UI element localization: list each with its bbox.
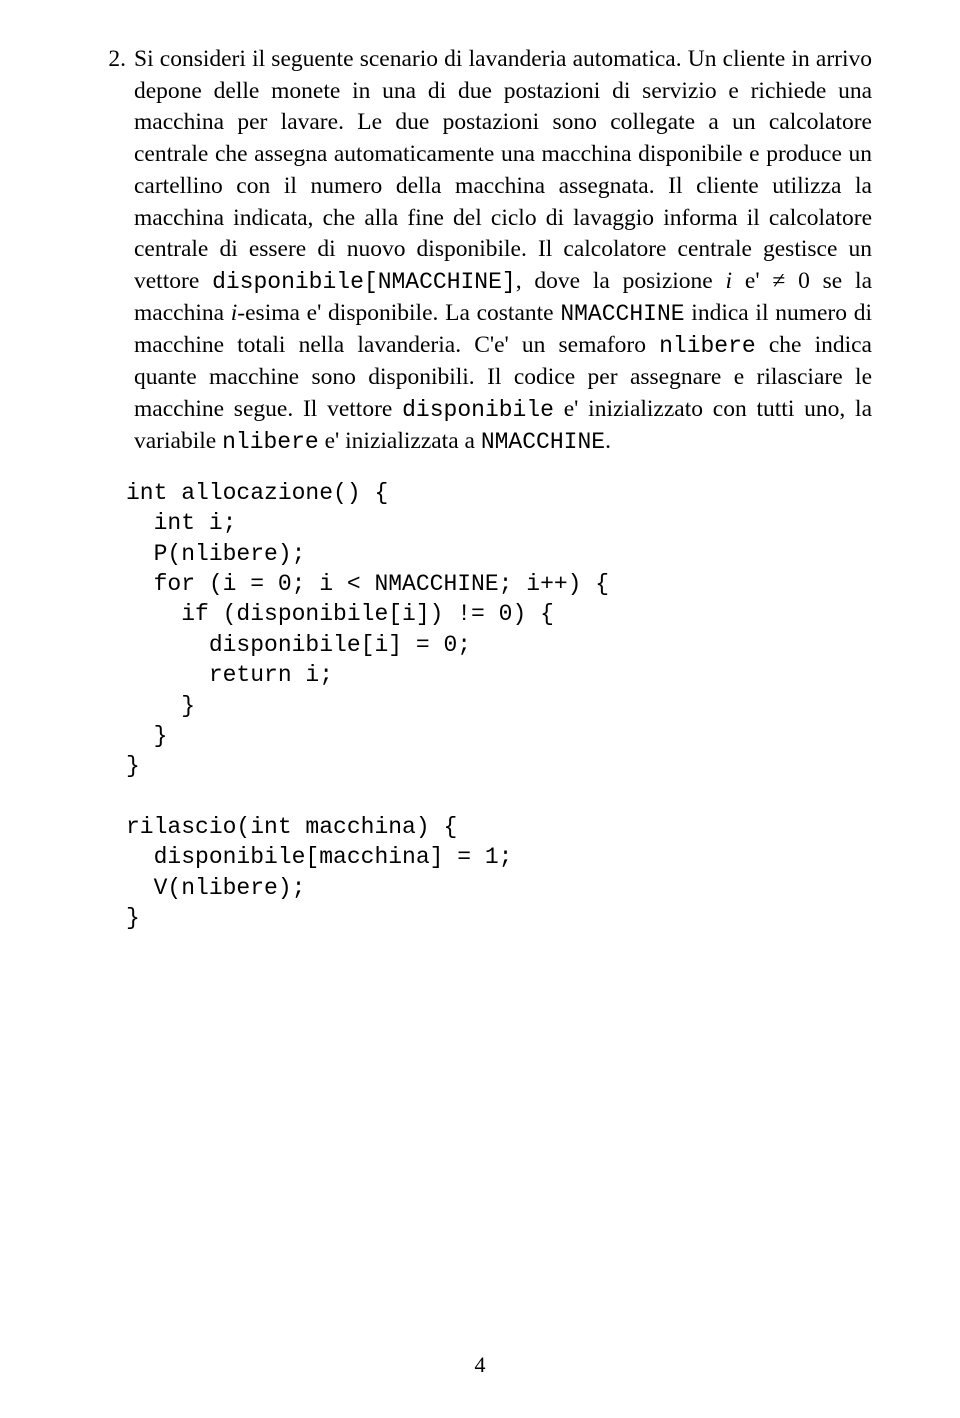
text: . [605, 428, 611, 454]
item-body: Si consideri il seguente scenario di lav… [134, 44, 872, 458]
text: 0 [785, 268, 810, 294]
text: -esima e' disponibile. La costante [237, 300, 560, 326]
text: e' inizializzata a [319, 428, 481, 454]
inline-code: nlibere [222, 429, 319, 455]
neq-symbol: ≠ [772, 268, 785, 294]
inline-code: NMACCHINE [481, 429, 605, 455]
inline-code: disponibile [402, 397, 554, 423]
inline-code: nlibere [659, 333, 756, 359]
inline-code: NMACCHINE [560, 301, 684, 327]
page-number: 4 [0, 1352, 960, 1378]
code-block: int allocazione() { int i; P(nlibere); f… [126, 478, 872, 933]
text: Si consideri il seguente scenario di lav… [134, 46, 872, 294]
page: 2. Si consideri il seguente scenario di … [0, 0, 960, 1418]
item-number: 2. [88, 44, 134, 76]
inline-code: disponibile[NMACCHINE] [212, 269, 516, 295]
list-item: 2. Si consideri il seguente scenario di … [88, 44, 872, 458]
text: e' [732, 268, 772, 294]
text: , dove la posizione [516, 268, 726, 294]
